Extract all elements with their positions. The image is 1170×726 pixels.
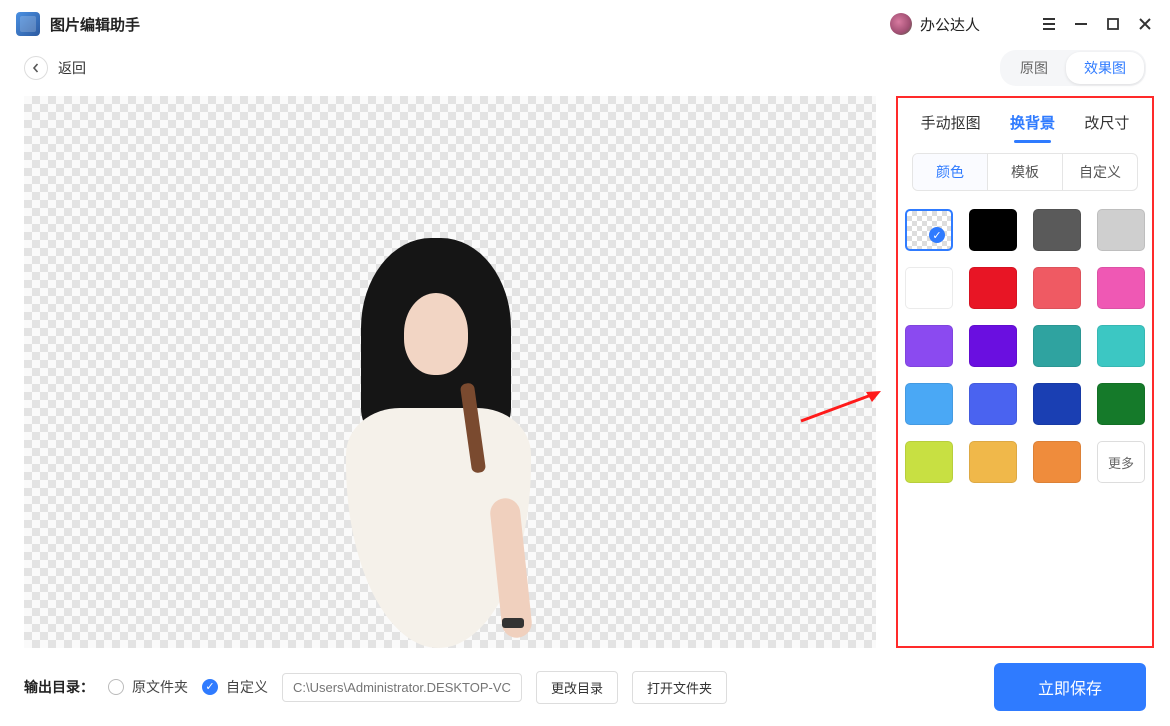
change-dir-button[interactable]: 更改目录 bbox=[536, 671, 618, 704]
back-button[interactable] bbox=[24, 56, 48, 80]
subtab-custom[interactable]: 自定义 bbox=[1062, 154, 1137, 190]
transparent-canvas bbox=[24, 96, 876, 648]
tab-manual-cutout[interactable]: 手动抠图 bbox=[919, 108, 983, 137]
swatch-4a63f0[interactable] bbox=[969, 383, 1017, 425]
subject-image bbox=[296, 208, 576, 648]
menu-icon[interactable] bbox=[1040, 15, 1058, 33]
swatch-more-button[interactable]: 更多 bbox=[1097, 441, 1145, 483]
radio-icon bbox=[108, 679, 124, 695]
user-area[interactable]: 办公达人 bbox=[890, 13, 980, 35]
output-path-input[interactable] bbox=[282, 673, 522, 702]
swatch-1a3fb3[interactable] bbox=[1033, 383, 1081, 425]
app-title: 图片编辑助手 bbox=[50, 14, 140, 35]
tab-change-background[interactable]: 换背景 bbox=[1008, 108, 1057, 137]
minimize-icon[interactable] bbox=[1072, 15, 1090, 33]
avatar bbox=[890, 13, 912, 35]
titlebar: 图片编辑助手 办公达人 bbox=[0, 0, 1170, 48]
swatch-000000[interactable] bbox=[969, 209, 1017, 251]
swatch-ef58b4[interactable] bbox=[1097, 267, 1145, 309]
canvas-area[interactable] bbox=[24, 96, 876, 648]
close-icon[interactable] bbox=[1136, 15, 1154, 33]
swatch-157a2a[interactable] bbox=[1097, 383, 1145, 425]
swatch-f0b84a[interactable] bbox=[969, 441, 1017, 483]
swatch-2fa3a0[interactable] bbox=[1033, 325, 1081, 367]
swatch-8b4af0[interactable] bbox=[905, 325, 953, 367]
radio-custom-folder[interactable]: 自定义 bbox=[202, 677, 268, 697]
swatch-ef8c3c[interactable] bbox=[1033, 441, 1081, 483]
footer: 输出目录： 原文件夹 自定义 更改目录 打开文件夹 立即保存 bbox=[0, 648, 1170, 726]
swatch-cfcfcf[interactable] bbox=[1097, 209, 1145, 251]
username: 办公达人 bbox=[920, 14, 980, 35]
tab-resize[interactable]: 改尺寸 bbox=[1082, 108, 1131, 137]
swatch-4aa8f5[interactable] bbox=[905, 383, 953, 425]
color-swatch-grid: 更多 bbox=[906, 209, 1144, 483]
app-logo-icon bbox=[16, 12, 40, 36]
toolbar: 返回 原图 效果图 bbox=[0, 48, 1170, 88]
output-dir-label: 输出目录： bbox=[24, 677, 94, 697]
swatch-3cc7c3[interactable] bbox=[1097, 325, 1145, 367]
swatch-5a5a5a[interactable] bbox=[1033, 209, 1081, 251]
side-panel: 手动抠图 换背景 改尺寸 颜色 模板 自定义 更多 bbox=[896, 96, 1154, 648]
back-label: 返回 bbox=[58, 58, 86, 78]
maximize-icon[interactable] bbox=[1104, 15, 1122, 33]
swatch-ef5a63[interactable] bbox=[1033, 267, 1081, 309]
view-original-button[interactable]: 原图 bbox=[1002, 52, 1066, 84]
open-folder-button[interactable]: 打开文件夹 bbox=[632, 671, 727, 704]
swatch-ffffff[interactable] bbox=[905, 267, 953, 309]
swatch-6a0fe0[interactable] bbox=[969, 325, 1017, 367]
swatch-c8e042[interactable] bbox=[905, 441, 953, 483]
subtab-template[interactable]: 模板 bbox=[987, 154, 1062, 190]
save-button[interactable]: 立即保存 bbox=[994, 663, 1146, 711]
radio-original-folder[interactable]: 原文件夹 bbox=[108, 677, 188, 697]
subtab-color[interactable]: 颜色 bbox=[913, 154, 987, 190]
radio-checked-icon bbox=[202, 679, 218, 695]
view-toggle: 原图 效果图 bbox=[1000, 50, 1146, 86]
view-effect-button[interactable]: 效果图 bbox=[1066, 52, 1144, 84]
swatch-transparent[interactable] bbox=[905, 209, 953, 251]
swatch-e81525[interactable] bbox=[969, 267, 1017, 309]
